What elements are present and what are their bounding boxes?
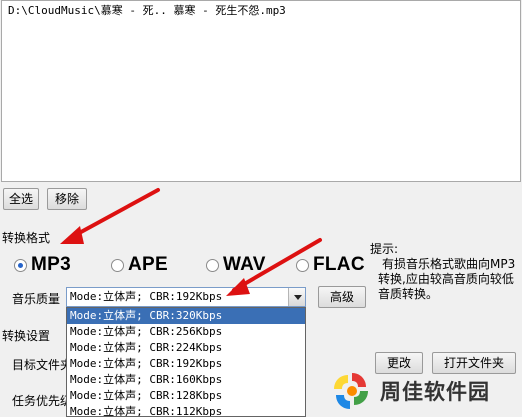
annotation-arrows — [60, 188, 322, 296]
arrow-to-format — [60, 188, 160, 244]
arrow-to-quality — [226, 238, 322, 296]
